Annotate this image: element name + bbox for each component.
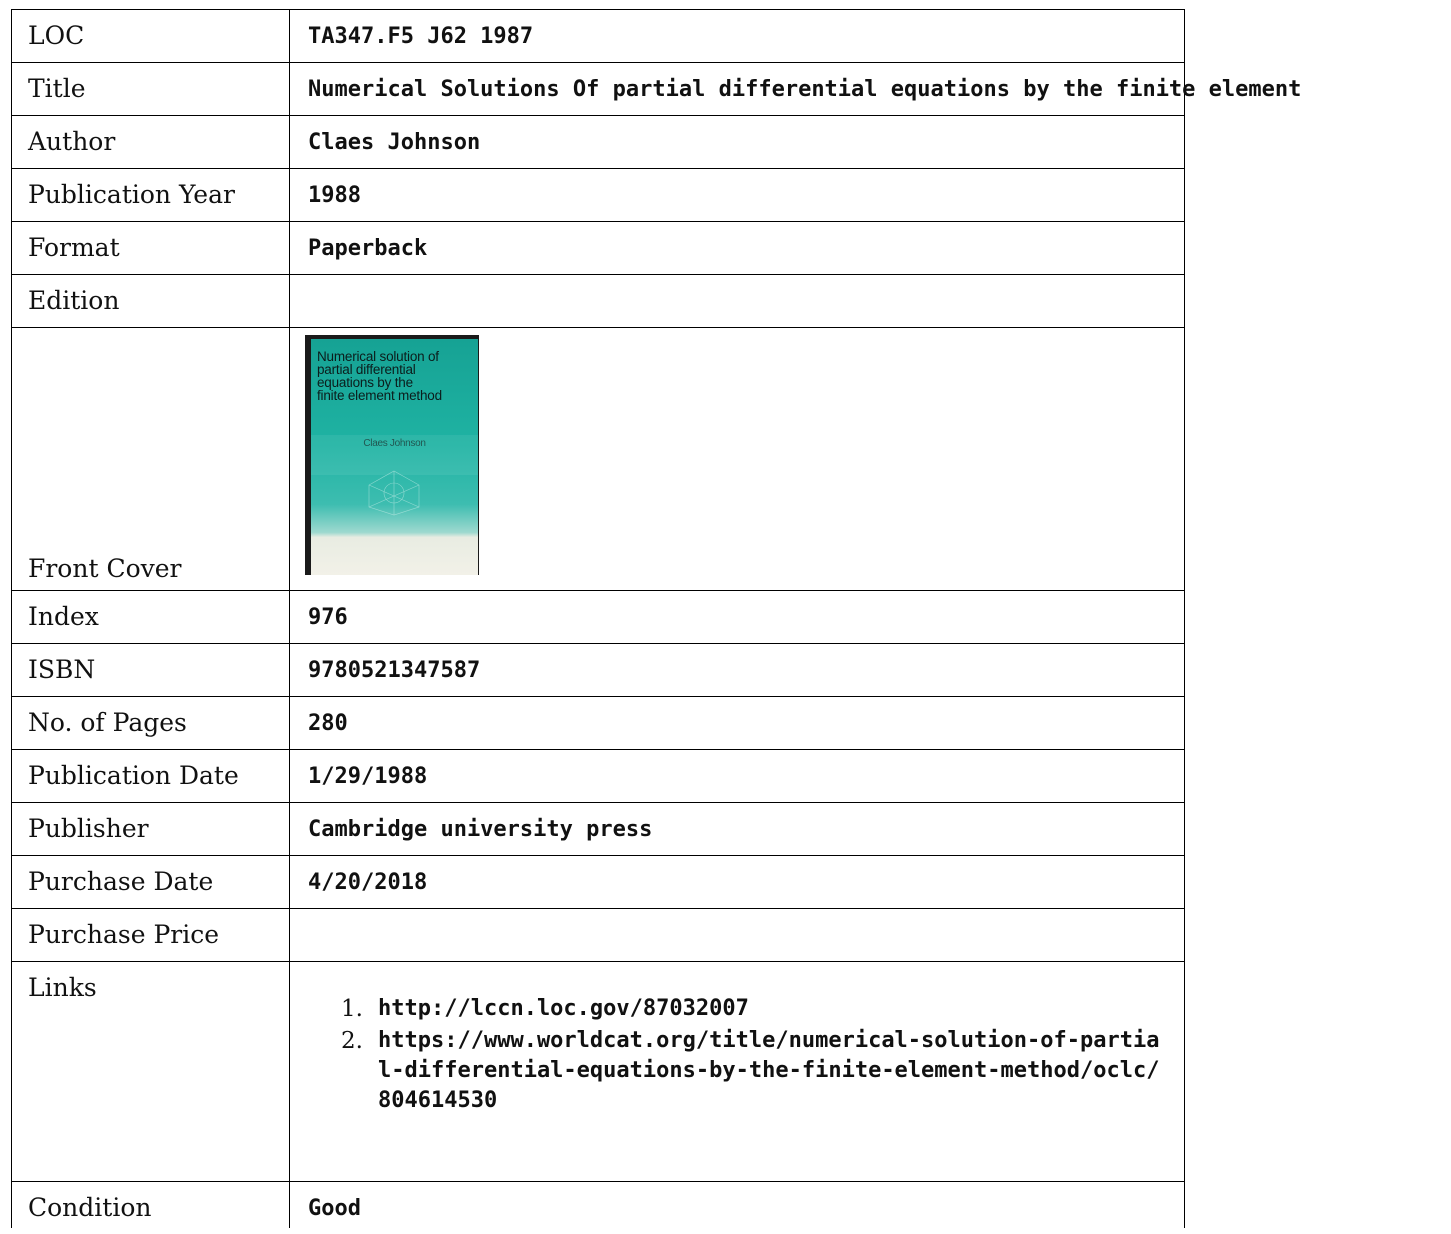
front-cover-label: Front Cover xyxy=(28,554,182,583)
row-publication-date: Publication Date 1/29/1988 xyxy=(11,749,1185,803)
publication-date-value: 1/29/1988 xyxy=(308,764,428,789)
row-edition: Edition xyxy=(11,274,1185,328)
row-loc: LOC TA347.F5 J62 1987 xyxy=(11,9,1185,63)
front-cover-label-cell: Front Cover xyxy=(12,328,289,590)
row-author: Author Claes Johnson xyxy=(11,115,1185,169)
row-index: Index 976 xyxy=(11,590,1185,644)
purchase-date-label: Purchase Date xyxy=(28,867,214,896)
book-cover-title: Numerical solution of partial differenti… xyxy=(317,349,442,403)
row-publisher: Publisher Cambridge university press xyxy=(11,802,1185,856)
front-cover-cell: Numerical solution of partial differenti… xyxy=(290,328,1184,575)
isbn-value: 9780521347587 xyxy=(308,658,481,683)
link-url-worldcat[interactable]: https://www.worldcat.org/title/numerical… xyxy=(378,1028,1159,1113)
link-url-lccn[interactable]: http://lccn.loc.gov/87032007 xyxy=(378,996,749,1021)
isbn-label: ISBN xyxy=(28,655,96,684)
row-condition: Condition Good xyxy=(11,1181,1185,1228)
link-number: 1. xyxy=(341,996,363,1022)
publication-date-label: Publication Date xyxy=(28,761,239,790)
publisher-value: Cambridge university press xyxy=(308,817,653,842)
book-record-table: LOC TA347.F5 J62 1987 Title Numerical So… xyxy=(11,9,1302,1228)
row-format: Format Paperback xyxy=(11,221,1185,275)
row-front-cover: Front Cover Numerical solution of partia… xyxy=(11,327,1185,591)
author-label: Author xyxy=(28,127,116,156)
condition-value: Good xyxy=(308,1196,361,1221)
index-label: Index xyxy=(28,602,99,631)
row-isbn: ISBN 9780521347587 xyxy=(11,643,1185,697)
purchase-price-value xyxy=(290,909,1184,922)
row-links: Links 1. http://lccn.loc.gov/87032007 2.… xyxy=(11,961,1185,1182)
link-item[interactable]: 2. https://www.worldcat.org/title/numeri… xyxy=(290,1026,1168,1116)
book-cover-face: Numerical solution of partial differenti… xyxy=(311,339,478,575)
link-item[interactable]: 1. http://lccn.loc.gov/87032007 xyxy=(290,994,1168,1024)
publisher-label: Publisher xyxy=(28,814,149,843)
author-value: Claes Johnson xyxy=(308,130,481,155)
edition-label: Edition xyxy=(28,286,120,315)
pages-label: No. of Pages xyxy=(28,708,187,737)
condition-label: Condition xyxy=(28,1193,152,1222)
links-label: Links xyxy=(28,973,97,1002)
edition-value xyxy=(290,275,1184,288)
purchase-date-value: 4/20/2018 xyxy=(308,870,428,895)
row-purchase-date: Purchase Date 4/20/2018 xyxy=(11,855,1185,909)
row-title: Title Numerical Solutions Of partial dif… xyxy=(11,62,1302,116)
row-purchase-price: Purchase Price xyxy=(11,908,1185,962)
row-publication-year: Publication Year 1988 xyxy=(11,168,1185,222)
loc-label: LOC xyxy=(28,21,85,50)
mesh-illustration-icon xyxy=(368,470,420,516)
format-label: Format xyxy=(28,233,120,262)
book-record-sheet: LOC TA347.F5 J62 1987 Title Numerical So… xyxy=(11,9,1302,1228)
title-label: Title xyxy=(28,74,86,103)
purchase-price-label: Purchase Price xyxy=(28,920,220,949)
loc-value: TA347.F5 J62 1987 xyxy=(308,24,534,49)
link-number: 2. xyxy=(341,1028,363,1054)
format-value: Paperback xyxy=(308,236,428,261)
publication-year-value: 1988 xyxy=(308,183,361,208)
front-cover-image: Numerical solution of partial differenti… xyxy=(305,335,479,575)
links-list: 1. http://lccn.loc.gov/87032007 2. https… xyxy=(290,994,1184,1116)
index-value: 976 xyxy=(308,605,348,630)
publication-year-label: Publication Year xyxy=(28,180,235,209)
row-pages: No. of Pages 280 xyxy=(11,696,1185,750)
title-value: Numerical Solutions Of partial different… xyxy=(308,77,1302,102)
pages-value: 280 xyxy=(308,711,348,736)
